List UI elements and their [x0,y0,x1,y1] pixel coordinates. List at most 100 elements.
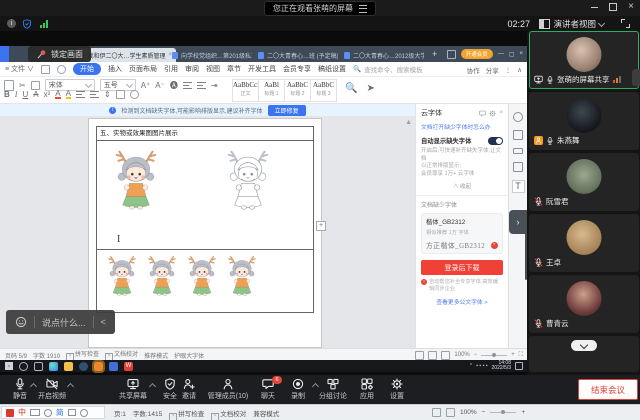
participant-tile[interactable]: 阮雪君 [529,153,639,211]
zoom-in-icon[interactable]: + [521,409,525,416]
wps-tab[interactable]: 二〇大青春心…2012级大学 [344,48,424,62]
file-menu[interactable]: ≡ 文件 ∨ [5,64,34,74]
collapse-chat-icon[interactable]: < [101,317,106,327]
settings-button[interactable]: 设置 [375,378,419,401]
collab-button[interactable]: 协作 [467,65,480,75]
file-explorer-icon[interactable] [64,362,73,371]
document-page[interactable]: 五、实物或效果图图片展示 I + [88,118,322,348]
participant-tile[interactable]: 王卓 [529,214,639,272]
split-view-icon[interactable] [447,50,456,59]
menu-section[interactable]: 章节 [227,64,241,74]
wps-tab-active[interactable]: 我和伊二〇大…学生素质管理 × [76,48,176,62]
wps-home-button[interactable] [0,46,9,62]
indent-icon[interactable]: ⇥ [211,81,218,90]
strikethrough-button[interactable]: A [33,90,38,99]
view-mode-button[interactable]: 演讲者视图 [539,18,604,30]
eye-mode[interactable]: 护眼大字体 [174,351,204,360]
cut-icon[interactable]: ✂ [19,81,26,90]
fullscreen-icon[interactable] [621,19,630,28]
zoom-slider[interactable] [481,355,507,356]
notification-icon[interactable] [515,362,523,370]
active-app-icon[interactable] [94,362,103,371]
style-heading2[interactable]: AaBbC标题 2 [284,79,311,102]
chat-input-placeholder[interactable]: 说点什么... [42,316,86,329]
ruler-tool-icon[interactable] [513,148,523,154]
sidebar-scrollbar[interactable] [525,210,527,280]
view-page-icon[interactable] [415,351,424,360]
menu-home-tab[interactable]: 开始 [73,63,101,75]
wps-tab[interactable]: 二〇大青春心…班 (予定稿) [258,48,338,62]
collapse-tiles-button[interactable] [571,340,597,351]
zoom-level[interactable]: 100% [454,352,469,358]
menu-dev-tools[interactable]: 开发工具 [248,64,276,74]
format-painter-icon[interactable] [31,81,40,90]
scroll-up-icon[interactable]: ▲ [405,119,412,126]
font-card[interactable]: 楷体_GB2312 相似推荐 1万 字体 方正楷体_GB2312× [421,213,503,254]
maximize-button[interactable] [609,3,617,11]
sidebar-collapse-handle[interactable] [632,69,640,86]
local-spell-check[interactable]: ×拼写检查 [169,408,204,420]
align-center-icon[interactable] [90,91,99,98]
taskbar-clock[interactable]: 14:082022/5/3 [492,361,511,372]
panel-close-icon[interactable]: × [499,110,503,117]
line-spacing-icon[interactable]: ⇕ [104,90,111,99]
view-web-icon[interactable] [428,351,437,360]
insert-handle[interactable]: + [316,221,326,231]
share-button[interactable]: 分享 [486,65,499,75]
view-icon[interactable] [432,408,441,417]
superscript-button[interactable]: x² [44,90,51,99]
member-pill[interactable]: 开通会员 [461,49,493,59]
security-shield-icon[interactable] [22,19,32,29]
participant-tile-sharing[interactable]: 张萌的屏幕共享 [529,31,639,89]
font-color-button[interactable]: A [55,90,60,99]
zoom-out-icon[interactable]: − [482,409,486,416]
more-fonts-link[interactable]: 查看更多公文字体 > [421,297,503,306]
grow-font-icon[interactable]: A⁺ [141,81,151,90]
pen-tool-icon[interactable] [513,112,523,122]
align-left-icon[interactable] [76,91,85,98]
task-view-icon[interactable] [34,362,43,371]
banner-menu-icon[interactable] [359,5,367,13]
font-help-link[interactable]: 文档打开缺少字体时怎么办 [421,122,503,131]
border-icon[interactable] [130,90,139,99]
ime-settings-icon[interactable] [80,409,88,417]
quick-chat-bar[interactable]: 说点什么... < [6,310,115,334]
browser-icon[interactable] [79,362,88,371]
zoom-in-icon[interactable]: + [511,352,515,358]
start-video-button[interactable]: 开启视频 [30,378,74,401]
clear-format-icon[interactable]: 🅐 [170,81,178,90]
edge-browser-icon[interactable] [49,362,58,371]
overflow-icon[interactable]: ⋮ [505,66,512,74]
command-search[interactable]: 🔍查找命令、搜索模板 [353,64,423,74]
style-heading1[interactable]: AaBl标题 1 [258,79,285,102]
keyboard-icon[interactable] [30,409,40,416]
bullet-list-icon[interactable] [183,82,192,89]
menu-paper[interactable]: 稿纸设置 [318,64,346,74]
number-list-icon[interactable] [197,82,206,89]
wps-minimize-icon[interactable]: — [498,51,504,57]
wps-tab[interactable]: 向学校党组织…第201级私享 [172,48,252,62]
select-tool-icon[interactable] [513,130,523,140]
save-icon[interactable] [41,65,50,74]
minimize-button[interactable] [591,7,598,8]
zoom-slider[interactable] [490,412,516,413]
fit-page-icon[interactable]: ⛶ [519,352,523,359]
participant-tile-partial[interactable] [529,336,639,372]
zoom-out-icon[interactable]: − [474,352,478,358]
doc-mode[interactable]: 推荐模式 [144,351,168,360]
watching-banner[interactable]: 您正在观看张萌的屏幕 [264,1,376,16]
search-icon[interactable] [19,362,28,371]
menu-references[interactable]: 引用 [164,64,178,74]
local-doc-proof[interactable]: ×文档校对 [211,408,246,420]
style-normal[interactable]: AaBbCcDd正文 [232,79,259,102]
start-button[interactable] [5,362,13,370]
italic-button[interactable]: I [15,90,18,99]
wps-close-icon[interactable]: × [519,51,523,57]
bold-button[interactable]: B [4,90,10,99]
image-tool-icon[interactable] [513,162,523,172]
emoji-icon[interactable] [15,316,27,328]
lock-view-pill[interactable]: 锁定画面 [28,46,91,62]
gear-icon[interactable] [489,110,496,117]
download-after-login-button[interactable]: 登录后下载 [421,260,503,275]
ime-toolbar[interactable]: 中 简 [1,406,105,419]
